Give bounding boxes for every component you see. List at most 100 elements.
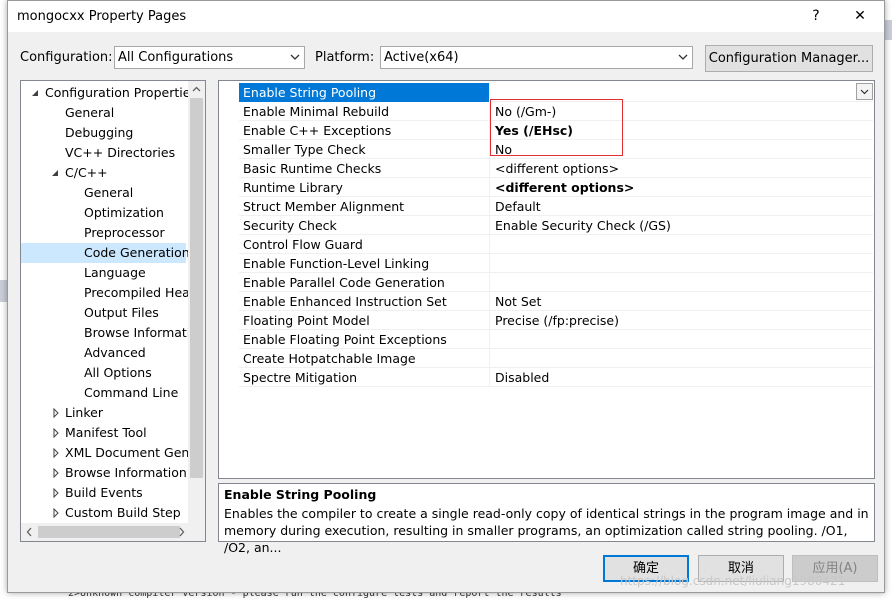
tree-item-label: Custom Build Step	[65, 505, 181, 520]
tree-item[interactable]: XML Document Gene	[21, 443, 197, 463]
tree-item[interactable]: Preprocessor	[21, 223, 190, 243]
property-row[interactable]: Enable Floating Point Exceptions	[239, 330, 873, 349]
configuration-combo[interactable]: All Configurations	[114, 46, 305, 69]
value-dropdown-button[interactable]	[856, 83, 873, 100]
tree-item[interactable]: Configuration Properties	[21, 83, 197, 103]
property-value[interactable]: Not Set	[491, 292, 541, 311]
property-name: Enable Enhanced Instruction Set	[239, 292, 490, 311]
collapsed-triangle-icon[interactable]	[51, 443, 61, 463]
platform-label: Platform:	[315, 50, 375, 65]
property-row[interactable]: Floating Point Model Precise (/fp:precise…	[239, 311, 873, 330]
collapsed-triangle-icon[interactable]	[51, 423, 61, 443]
property-row[interactable]: Runtime Library <different options>	[239, 178, 873, 197]
property-value[interactable]	[491, 349, 495, 368]
property-value[interactable]	[491, 254, 495, 273]
property-tree[interactable]: Configuration Properties General Debugging…	[20, 80, 206, 542]
property-row[interactable]: Enable Enhanced Instruction Set Not Set	[239, 292, 873, 311]
collapsed-triangle-icon[interactable]	[51, 403, 61, 423]
tree-item[interactable]: Language	[21, 263, 190, 283]
tree-horizontal-thumb[interactable]	[38, 526, 180, 538]
property-value[interactable]	[491, 330, 495, 349]
property-name: Enable Function-Level Linking	[239, 254, 490, 273]
tree-item[interactable]: Linker	[21, 403, 190, 423]
collapsed-triangle-icon[interactable]	[51, 503, 61, 523]
tree-item[interactable]: Browse Informatio	[21, 323, 198, 343]
tree-item-label: XML Document Gene	[65, 445, 198, 460]
title-bar: mongocxx Property Pages ? ✕	[8, 1, 884, 32]
property-row[interactable]: Create Hotpatchable Image	[239, 349, 873, 368]
close-button[interactable]: ✕	[838, 4, 882, 29]
property-name: Create Hotpatchable Image	[239, 349, 490, 368]
watermark: https://blog.csdn.net/liuliang1980421	[620, 574, 846, 588]
tree-item-label: Build Events	[65, 485, 143, 500]
tree-item[interactable]: Manifest Tool	[21, 423, 190, 443]
tree-item[interactable]: Command Line	[21, 383, 190, 403]
background-strip-right	[885, 20, 892, 40]
property-row[interactable]: Enable Parallel Code Generation	[239, 273, 873, 292]
tree-vertical-thumb[interactable]	[190, 98, 203, 478]
property-row[interactable]: Struct Member Alignment Default	[239, 197, 873, 216]
property-row[interactable]: Security Check Enable Security Check (/GS…	[239, 216, 873, 235]
tree-item-label: VC++ Directories	[65, 145, 176, 160]
highlight-annotation-box	[490, 99, 623, 156]
property-value[interactable]: Precise (/fp:precise)	[491, 311, 619, 330]
property-name: Basic Runtime Checks	[239, 159, 490, 178]
property-row[interactable]: Control Flow Guard	[239, 235, 873, 254]
tree-vertical-scrollbar[interactable]	[188, 81, 205, 523]
collapsed-triangle-icon[interactable]	[51, 463, 61, 483]
property-value[interactable]	[491, 235, 495, 254]
tree-item[interactable]: Custom Build Step	[21, 503, 190, 523]
configuration-label: Configuration:	[20, 50, 113, 65]
configuration-manager-button[interactable]: Configuration Manager...	[705, 45, 873, 72]
tree-item-label: Code Generation	[84, 245, 190, 260]
tree-item[interactable]: Precompiled Head	[21, 283, 198, 303]
tree-item[interactable]: C/C++	[21, 163, 190, 183]
tree-item[interactable]: Advanced	[21, 343, 190, 363]
tree-item[interactable]: Build Events	[21, 483, 190, 503]
tree-item-label: Linker	[65, 405, 103, 420]
tree-item[interactable]: All Options	[21, 363, 190, 383]
window-title: mongocxx Property Pages	[17, 9, 187, 24]
property-name: Struct Member Alignment	[239, 197, 490, 216]
tree-item[interactable]: Output Files	[21, 303, 190, 323]
property-value[interactable]: Disabled	[491, 368, 549, 387]
expanded-triangle-icon[interactable]	[51, 163, 61, 183]
tree-item-label: Debugging	[65, 125, 134, 140]
chevron-down-icon	[678, 54, 688, 60]
platform-combo[interactable]: Active(x64)	[380, 46, 693, 69]
property-value[interactable]: <different options>	[491, 178, 634, 197]
tree-item-label: Preprocessor	[84, 225, 165, 240]
property-value[interactable]: <different options>	[491, 159, 619, 178]
property-value[interactable]	[491, 273, 495, 292]
property-name: Enable String Pooling	[239, 83, 490, 102]
tree-item[interactable]: Code Generation	[21, 243, 190, 263]
property-value[interactable]: Default	[491, 197, 541, 216]
property-name: Spectre Mitigation	[239, 368, 490, 387]
tree-item[interactable]: Debugging	[21, 123, 190, 143]
tree-item-label: All Options	[84, 365, 152, 380]
tree-item-label: Advanced	[84, 345, 146, 360]
expanded-triangle-icon[interactable]	[31, 83, 41, 103]
property-name: Control Flow Guard	[239, 235, 490, 254]
property-row[interactable]: Spectre Mitigation Disabled	[239, 368, 873, 387]
scroll-left-icon[interactable]	[21, 523, 38, 541]
help-button[interactable]: ?	[794, 4, 838, 29]
scroll-up-icon[interactable]	[188, 81, 205, 98]
description-title: Enable String Pooling	[224, 487, 377, 502]
tree-item[interactable]: VC++ Directories	[21, 143, 190, 163]
platform-value: Active(x64)	[384, 50, 459, 65]
tree-item[interactable]: Browse Information	[21, 463, 190, 483]
property-value[interactable]: Enable Security Check (/GS)	[491, 216, 671, 235]
property-row[interactable]: Basic Runtime Checks <different options>	[239, 159, 873, 178]
tree-item[interactable]: General	[21, 103, 190, 123]
configuration-value: All Configurations	[118, 50, 234, 65]
property-row[interactable]: Enable Function-Level Linking	[239, 254, 873, 273]
collapsed-triangle-icon[interactable]	[51, 483, 61, 503]
property-name: Floating Point Model	[239, 311, 490, 330]
tree-item[interactable]: General	[21, 183, 190, 203]
tree-horizontal-scrollbar[interactable]	[21, 523, 205, 541]
property-name: Enable Parallel Code Generation	[239, 273, 490, 292]
property-name: Runtime Library	[239, 178, 490, 197]
scroll-right-icon[interactable]	[173, 523, 190, 541]
tree-item[interactable]: Optimization	[21, 203, 190, 223]
